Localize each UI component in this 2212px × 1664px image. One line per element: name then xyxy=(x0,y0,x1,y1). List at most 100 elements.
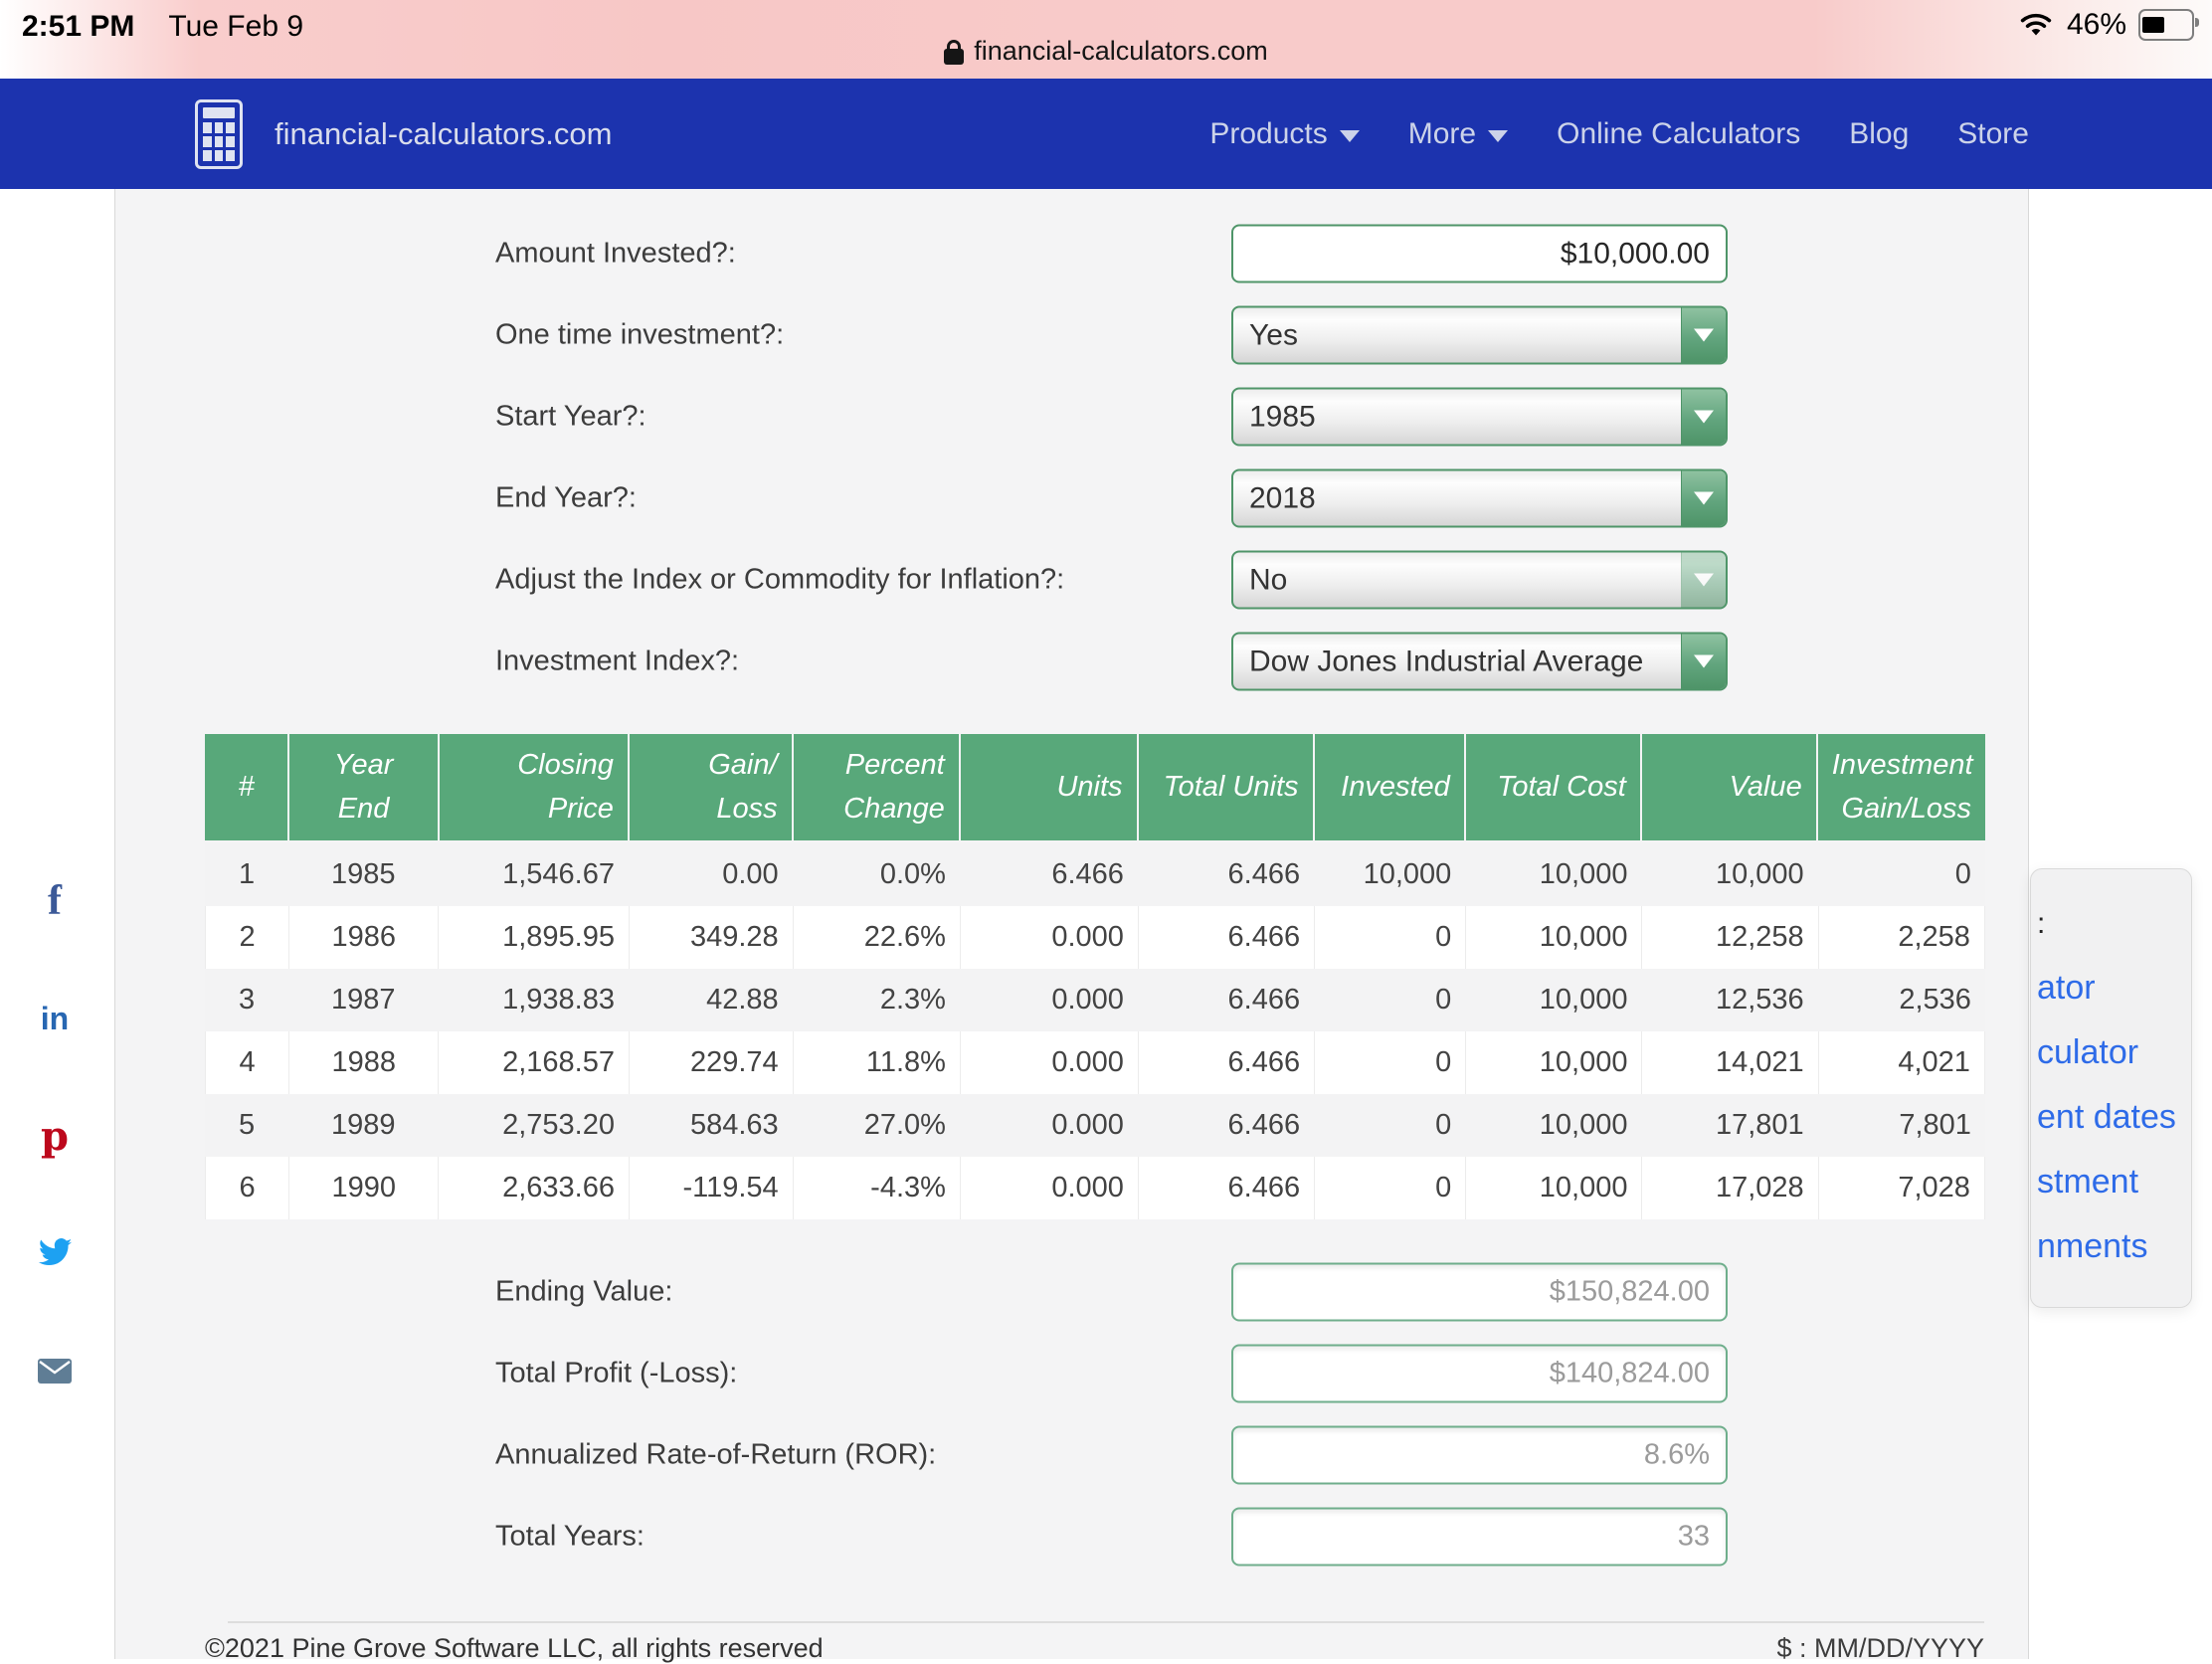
table-cell: 2 xyxy=(205,906,288,969)
investment-index-select[interactable]: Dow Jones Industrial Average xyxy=(1231,633,1728,691)
ending-value-output: $150,824.00 xyxy=(1231,1263,1728,1322)
result-value: $150,824.00 xyxy=(1550,1276,1710,1309)
table-cell: 1,546.67 xyxy=(438,843,629,906)
select-dropdown-button[interactable] xyxy=(1681,471,1726,526)
table-cell: 5 xyxy=(205,1094,288,1157)
table-row-1988: 419882,168.57229.7411.8%0.0006.466010,00… xyxy=(205,1031,1985,1094)
facebook-icon[interactable]: f xyxy=(48,883,62,919)
calculator-keys xyxy=(203,122,235,161)
table-cell: 6 xyxy=(205,1157,288,1219)
amount-invested-input[interactable]: $10,000.00 xyxy=(1231,225,1728,283)
table-cell: 2,168.57 xyxy=(438,1031,629,1094)
table-row-1986: 219861,895.95349.2822.6%0.0006.466010,00… xyxy=(205,906,1985,969)
related-link-clipped[interactable]: culator xyxy=(2031,1020,2191,1085)
result-label: Total Profit (-Loss): xyxy=(495,1358,737,1390)
table-cell: 10,000 xyxy=(1465,906,1641,969)
nav-item-label[interactable]: Products xyxy=(1209,117,1327,151)
table-cell: 0.000 xyxy=(960,969,1138,1031)
chevron-down-icon xyxy=(1694,574,1714,587)
nav-item-store[interactable]: Store xyxy=(1957,117,2029,151)
result-value: 33 xyxy=(1678,1521,1710,1554)
table-cell: 14,021 xyxy=(1641,1031,1817,1094)
table-cell: 0 xyxy=(1314,1031,1465,1094)
nav-item-products[interactable]: Products xyxy=(1209,117,1359,151)
table-cell: 10,000 xyxy=(1465,1094,1641,1157)
nav-item-label[interactable]: Online Calculators xyxy=(1557,117,1800,151)
table-cell: 22.6% xyxy=(793,906,960,969)
column-header-value: Value xyxy=(1642,734,1816,840)
header-line: # xyxy=(219,766,274,810)
nav-item-online-calculators[interactable]: Online Calculators xyxy=(1557,117,1800,151)
brand-text[interactable]: financial-calculators.com xyxy=(275,116,612,152)
related-link-clipped[interactable]: stment xyxy=(2031,1150,2191,1214)
select-dropdown-button[interactable] xyxy=(1681,390,1726,445)
url-text[interactable]: financial-calculators.com xyxy=(974,36,1268,67)
table-cell: 6.466 xyxy=(1138,1094,1314,1157)
table-cell: 10,000 xyxy=(1465,1157,1641,1219)
table-cell: 584.63 xyxy=(629,1094,793,1157)
header-line: End xyxy=(303,788,424,832)
table-cell: 6.466 xyxy=(1138,969,1314,1031)
column-header-percent-change: PercentChange xyxy=(794,734,959,840)
table-cell: 0 xyxy=(1314,1094,1465,1157)
annualized-rate-of-return-ror-output: 8.6% xyxy=(1231,1426,1728,1485)
table-cell: 6.466 xyxy=(1138,1031,1314,1094)
table-cell: 1985 xyxy=(288,843,438,906)
header-line: Closing xyxy=(454,744,614,788)
twitter-icon[interactable] xyxy=(37,1235,73,1271)
table-cell: 1987 xyxy=(288,969,438,1031)
select-dropdown-button[interactable] xyxy=(1681,308,1726,363)
field-label: Adjust the Index or Commodity for Inflat… xyxy=(495,564,1064,597)
wifi-icon xyxy=(2017,11,2055,39)
table-row-1990: 619902,633.66-119.54-4.3%0.0006.466010,0… xyxy=(205,1157,1985,1219)
select-dropdown-button[interactable] xyxy=(1681,635,1726,689)
end-year-select[interactable]: 2018 xyxy=(1231,469,1728,528)
header-line: Change xyxy=(808,788,945,832)
linkedin-icon[interactable]: in xyxy=(41,1001,69,1036)
table-cell: 229.74 xyxy=(629,1031,793,1094)
column-header-invested: Invested xyxy=(1315,734,1464,840)
table-cell: 10,000 xyxy=(1465,843,1641,906)
table-cell: 1989 xyxy=(288,1094,438,1157)
table-cell: 6.466 xyxy=(1138,843,1314,906)
table-cell: 0.000 xyxy=(960,906,1138,969)
table-cell: -4.3% xyxy=(793,1157,960,1219)
table-cell: 6.466 xyxy=(1138,906,1314,969)
table-cell: 7,028 xyxy=(1818,1157,1985,1219)
nav-item-blog[interactable]: Blog xyxy=(1849,117,1909,151)
table-row-1987: 319871,938.8342.882.3%0.0006.466010,0001… xyxy=(205,969,1985,1031)
one-time-investment-select[interactable]: Yes xyxy=(1231,306,1728,365)
header-line: Gain/ xyxy=(644,744,778,788)
related-link-clipped[interactable]: ent dates xyxy=(2031,1085,2191,1150)
ios-status-bar: 2:51 PM Tue Feb 9 46% financial-calculat… xyxy=(0,0,2212,79)
column-header-total-cost: Total Cost xyxy=(1466,734,1640,840)
header-line: Total Cost xyxy=(1480,766,1626,810)
header-line: Value xyxy=(1656,766,1802,810)
table-cell: 12,536 xyxy=(1641,969,1817,1031)
related-link-clipped[interactable]: ator xyxy=(2031,956,2191,1020)
total-profit-loss-output: $140,824.00 xyxy=(1231,1345,1728,1403)
calculator-form: Amount Invested?:$10,000.00One time inve… xyxy=(115,213,2028,702)
table-cell: 2,258 xyxy=(1818,906,1985,969)
chevron-down-icon xyxy=(1694,655,1714,668)
email-icon[interactable] xyxy=(37,1353,73,1388)
table-cell: 4,021 xyxy=(1818,1031,1985,1094)
start-year-select[interactable]: 1985 xyxy=(1231,388,1728,447)
pinterest-icon[interactable]: p xyxy=(41,1118,69,1154)
select-value: No xyxy=(1233,553,1681,608)
table-cell: 42.88 xyxy=(629,969,793,1031)
table-cell: 0.0% xyxy=(793,843,960,906)
nav-item-more[interactable]: More xyxy=(1408,117,1508,151)
nav-item-label[interactable]: More xyxy=(1408,117,1476,151)
address-bar[interactable]: financial-calculators.com xyxy=(0,36,2212,67)
related-link-clipped[interactable]: nments xyxy=(2031,1214,2191,1279)
footer: ©2021 Pine Grove Software LLC, all right… xyxy=(205,1633,1984,1664)
nav-item-label[interactable]: Blog xyxy=(1849,117,1909,151)
chevron-down-icon xyxy=(1694,492,1714,505)
nav-item-label[interactable]: Store xyxy=(1957,117,2029,151)
adjust-the-index-or-commodity-for-inflation-select: No xyxy=(1231,551,1728,610)
table-cell: 17,801 xyxy=(1641,1094,1817,1157)
brand[interactable]: financial-calculators.com xyxy=(195,79,612,189)
header-line: Percent xyxy=(808,744,945,788)
column-header-units: Units xyxy=(961,734,1137,840)
